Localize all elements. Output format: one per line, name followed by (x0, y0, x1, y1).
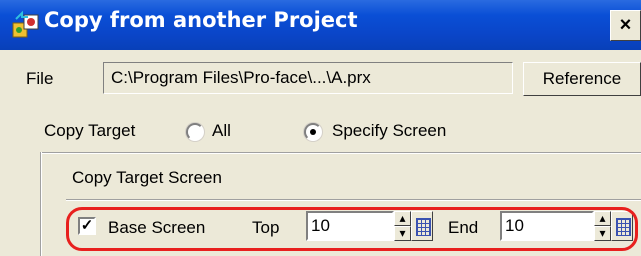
radio-all-button[interactable] (186, 123, 204, 141)
dialog-title: Copy from another Project (44, 8, 358, 32)
copy-target-label: Copy Target (44, 121, 136, 140)
close-button[interactable]: × (610, 10, 641, 41)
copy-project-icon (12, 10, 39, 38)
file-label: File (26, 69, 54, 88)
screen-separator (66, 199, 641, 201)
copy-target-screen-label: Copy Target Screen (72, 168, 222, 187)
radio-selected-dot (310, 129, 316, 135)
title-bar[interactable]: Copy from another Project × (0, 0, 641, 50)
group-separator-top (40, 152, 641, 154)
reference-button[interactable]: Reference (523, 62, 641, 96)
radio-all-label[interactable]: All (212, 121, 231, 141)
highlight-frame (66, 207, 638, 251)
radio-specify-screen-button[interactable] (304, 123, 322, 141)
group-separator-left (40, 152, 42, 256)
radio-specify-screen-label[interactable]: Specify Screen (332, 121, 446, 141)
file-path-field: C:\Program Files\Pro-face\...\A.prx (103, 62, 513, 94)
copy-from-project-dialog: Copy from another Project × File C:\Prog… (0, 0, 641, 256)
